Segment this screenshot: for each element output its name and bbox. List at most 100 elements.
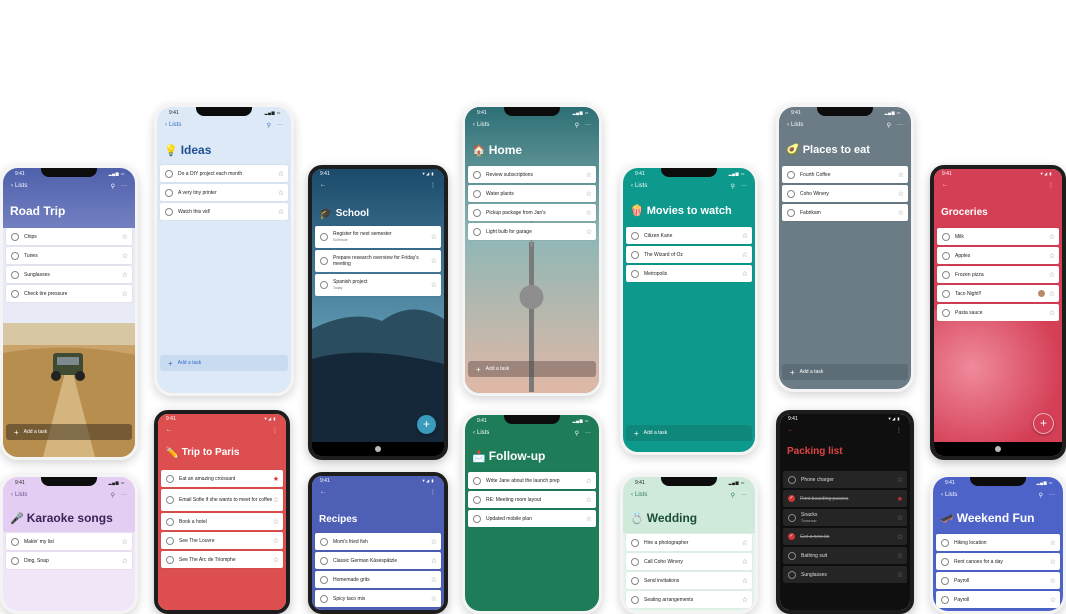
- task-item[interactable]: Turies ☆: [6, 247, 132, 264]
- complete-circle[interactable]: [166, 555, 174, 564]
- star-icon[interactable]: ☆: [742, 232, 748, 240]
- back-button[interactable]: ←: [788, 427, 794, 433]
- add-task-button[interactable]: + Add a task: [160, 355, 288, 371]
- more-icon[interactable]: ···: [585, 122, 591, 129]
- home-button[interactable]: [375, 446, 381, 452]
- task-item[interactable]: Pickup package from Jan's ☆: [468, 204, 596, 221]
- complete-circle[interactable]: [788, 475, 796, 484]
- task-item[interactable]: Ding, Snap ☆: [6, 552, 132, 569]
- back-button[interactable]: ‹ Lists: [473, 122, 489, 128]
- complete-circle[interactable]: [631, 231, 639, 240]
- task-item[interactable]: Do a DIY project each month ☆: [160, 165, 288, 182]
- more-icon[interactable]: ···: [277, 122, 283, 129]
- star-icon[interactable]: ☆: [1049, 309, 1055, 317]
- task-item[interactable]: Review subscriptions ☆: [468, 166, 596, 183]
- star-icon[interactable]: ☆: [897, 571, 903, 579]
- complete-circle[interactable]: [320, 594, 328, 603]
- task-item[interactable]: Eat an amazing croissant ★: [161, 470, 283, 487]
- task-item[interactable]: Payroll ☆: [936, 572, 1060, 589]
- task-item[interactable]: Light bulb for garage ☆: [468, 223, 596, 240]
- task-item[interactable]: Updated mobile plan ☆: [468, 510, 596, 527]
- complete-circle[interactable]: [788, 551, 796, 560]
- task-item[interactable]: Send invitations ☆: [626, 572, 752, 589]
- complete-circle[interactable]: [473, 476, 481, 485]
- back-button[interactable]: ←: [320, 182, 326, 188]
- complete-circle[interactable]: [473, 208, 481, 217]
- complete-circle[interactable]: [11, 289, 19, 298]
- task-item[interactable]: Chips ☆: [6, 228, 132, 245]
- task-item[interactable]: Spicy taco mix ☆: [315, 590, 441, 607]
- back-button[interactable]: ‹ Lists: [631, 492, 647, 498]
- star-icon[interactable]: ☆: [742, 558, 748, 566]
- task-item[interactable]: Homemade grits ☆: [315, 571, 441, 588]
- person-add-icon[interactable]: ⚲: [1039, 492, 1043, 499]
- person-add-icon[interactable]: ⚲: [731, 183, 735, 190]
- complete-circle[interactable]: [631, 538, 639, 547]
- task-item[interactable]: Phone charger ☆: [783, 471, 907, 488]
- task-item[interactable]: See The Arc de Triomphe ☆: [161, 551, 283, 568]
- task-item[interactable]: Sunglasses ☆: [783, 566, 907, 583]
- star-icon[interactable]: ☆: [586, 496, 592, 504]
- task-item[interactable]: Email Sofie if she wants to meet for cof…: [161, 489, 283, 511]
- more-icon[interactable]: ···: [121, 183, 127, 190]
- task-item[interactable]: Hiking location ☆: [936, 534, 1060, 551]
- star-icon[interactable]: ☆: [122, 233, 128, 241]
- star-icon[interactable]: ☆: [122, 271, 128, 279]
- more-vertical-icon[interactable]: ⋮: [272, 427, 278, 434]
- task-item[interactable]: Prepare research overview for Friday's m…: [315, 250, 441, 272]
- star-icon[interactable]: ☆: [898, 209, 904, 217]
- star-icon[interactable]: ☆: [586, 228, 592, 236]
- add-task-fab[interactable]: +: [417, 415, 436, 434]
- task-item[interactable]: Write Jane about the launch prep ☆: [468, 472, 596, 489]
- task-item[interactable]: Apples ☆: [937, 247, 1059, 264]
- star-icon[interactable]: ☆: [897, 514, 903, 522]
- star-icon[interactable]: ☆: [273, 496, 279, 504]
- more-vertical-icon[interactable]: ⋮: [430, 489, 436, 496]
- complete-circle[interactable]: [787, 189, 795, 198]
- complete-circle[interactable]: [320, 575, 328, 584]
- task-item[interactable]: Fabrikam ☆: [782, 204, 908, 221]
- star-icon[interactable]: ☆: [431, 233, 437, 241]
- back-button[interactable]: ←: [166, 427, 172, 433]
- back-button[interactable]: ‹ Lists: [165, 122, 181, 128]
- complete-circle[interactable]: [11, 232, 19, 241]
- star-icon[interactable]: ☆: [273, 518, 279, 526]
- add-task-button[interactable]: + Add a task: [6, 424, 132, 440]
- complete-circle[interactable]: [631, 250, 639, 259]
- star-icon[interactable]: ☆: [278, 208, 284, 216]
- complete-circle[interactable]: [942, 270, 950, 279]
- checkmark-icon[interactable]: ✓: [788, 495, 795, 502]
- complete-circle[interactable]: [166, 474, 174, 483]
- add-task-button[interactable]: + Add a task: [468, 361, 596, 377]
- add-task-fab[interactable]: +: [1033, 413, 1054, 434]
- more-vertical-icon[interactable]: ⋮: [430, 182, 436, 189]
- home-button[interactable]: [995, 446, 1001, 452]
- complete-circle[interactable]: [942, 308, 950, 317]
- more-icon[interactable]: ···: [741, 492, 747, 499]
- complete-circle[interactable]: [787, 170, 795, 179]
- back-button[interactable]: ‹ Lists: [941, 492, 957, 498]
- complete-circle[interactable]: [631, 576, 639, 585]
- star-filled-icon[interactable]: ★: [897, 495, 903, 503]
- task-item[interactable]: Check tire pressure ☆: [6, 285, 132, 302]
- complete-circle[interactable]: [631, 269, 639, 278]
- star-icon[interactable]: ☆: [1050, 577, 1056, 585]
- complete-circle[interactable]: [320, 257, 328, 265]
- person-add-icon[interactable]: ⚲: [731, 492, 735, 499]
- person-add-icon[interactable]: ⚲: [575, 430, 579, 437]
- star-icon[interactable]: ☆: [431, 557, 437, 565]
- star-icon[interactable]: ☆: [898, 190, 904, 198]
- star-icon[interactable]: ☆: [742, 539, 748, 547]
- complete-circle[interactable]: [942, 289, 950, 298]
- complete-circle[interactable]: [320, 233, 328, 241]
- add-task-button[interactable]: + Add a task: [782, 364, 908, 380]
- star-icon[interactable]: ☆: [586, 190, 592, 198]
- task-item[interactable]: Sunglasses ☆: [6, 266, 132, 283]
- person-add-icon[interactable]: ⚲: [887, 122, 891, 129]
- back-button[interactable]: ‹ Lists: [11, 492, 27, 498]
- star-icon[interactable]: ☆: [273, 556, 279, 564]
- star-icon[interactable]: ☆: [431, 281, 437, 289]
- star-icon[interactable]: ☆: [1049, 252, 1055, 260]
- star-icon[interactable]: ☆: [431, 595, 437, 603]
- complete-circle[interactable]: [631, 557, 639, 566]
